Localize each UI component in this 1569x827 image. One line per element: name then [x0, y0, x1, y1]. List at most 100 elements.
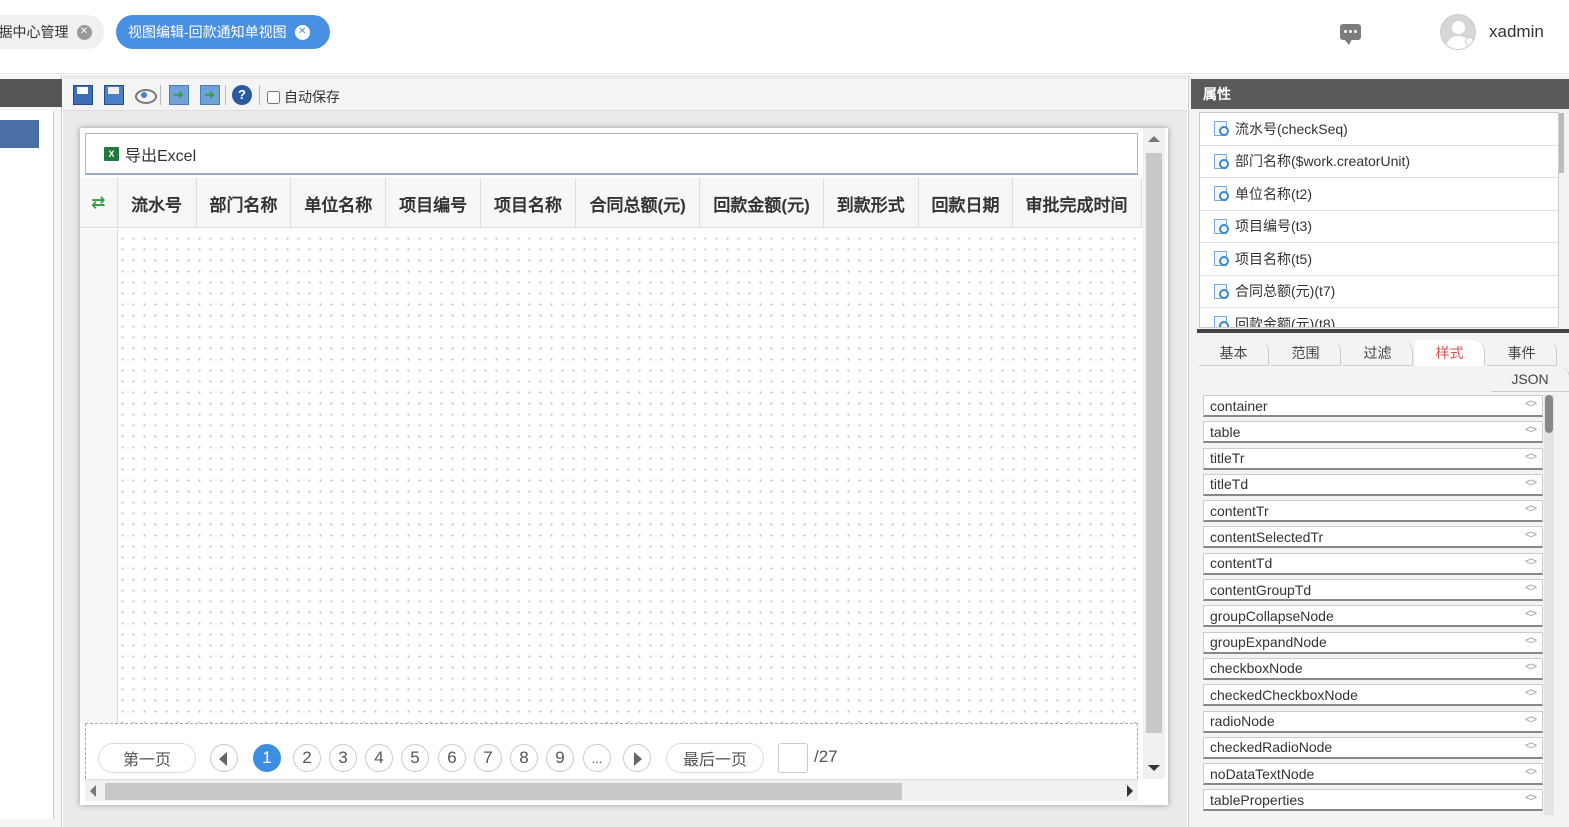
style-item[interactable]: contentTr <>	[1203, 500, 1543, 523]
vertical-scroll-thumb[interactable]	[1146, 153, 1162, 733]
style-item[interactable]: checkboxNode <>	[1203, 657, 1543, 680]
code-icon[interactable]: <>	[1525, 503, 1537, 515]
scroll-left-icon[interactable]	[90, 785, 96, 797]
column-header[interactable]: 到款形式	[824, 178, 919, 228]
page-number[interactable]: 4	[365, 744, 393, 772]
style-item[interactable]: titleTd <>	[1203, 473, 1543, 496]
style-item[interactable]: groupExpandNode <>	[1203, 631, 1543, 654]
style-item[interactable]: checkedCheckboxNode <>	[1203, 684, 1543, 707]
style-item[interactable]: tableProperties <>	[1203, 789, 1543, 812]
code-icon[interactable]: <>	[1525, 477, 1537, 489]
column-header[interactable]: 审批完成时间	[1013, 178, 1142, 228]
preview-icon[interactable]	[135, 85, 157, 105]
style-item[interactable]: contentTd <>	[1203, 552, 1543, 575]
prev-page-icon[interactable]	[210, 744, 238, 772]
style-item[interactable]: noDataTextNode <>	[1203, 763, 1543, 786]
scroll-down-icon[interactable]	[1148, 765, 1160, 771]
tab-view-edit[interactable]: 视图编辑-回款通知单视图 ✕	[116, 15, 330, 49]
page-number[interactable]: 3	[329, 744, 357, 772]
column-header[interactable]: 单位名称	[291, 178, 387, 228]
field-item[interactable]: 项目名称(t5)	[1200, 243, 1558, 276]
message-icon[interactable]	[1340, 24, 1361, 45]
page-number[interactable]: 2	[293, 744, 321, 772]
style-item[interactable]: contentSelectedTr <>	[1203, 526, 1543, 549]
style-item[interactable]: checkedRadioNode <>	[1203, 736, 1543, 759]
field-item[interactable]: 项目编号(t3)	[1200, 211, 1558, 243]
code-icon[interactable]: <>	[1525, 451, 1537, 463]
code-icon[interactable]: <>	[1525, 424, 1537, 436]
page-number[interactable]: 8	[510, 744, 538, 772]
style-item[interactable]: contentGroupTd <>	[1203, 579, 1543, 602]
code-icon[interactable]: <>	[1525, 556, 1537, 568]
horizontal-scroll-thumb[interactable]	[105, 783, 902, 800]
code-icon[interactable]: <>	[1525, 714, 1537, 726]
autosave-toggle[interactable]: 自动保存	[267, 87, 340, 107]
code-icon[interactable]: <>	[1525, 582, 1537, 594]
code-icon[interactable]: <>	[1525, 635, 1537, 647]
autosave-checkbox[interactable]	[267, 90, 280, 104]
column-header[interactable]: 项目名称	[481, 178, 576, 228]
field-list-scroll-thumb[interactable]	[1559, 113, 1564, 173]
code-icon[interactable]: <>	[1525, 608, 1537, 620]
page-number[interactable]: 5	[401, 744, 429, 772]
field-item[interactable]: 流水号(checkSeq)	[1200, 113, 1558, 146]
help-icon[interactable]: ?	[232, 85, 252, 105]
style-list-scrollbar[interactable]	[1544, 395, 1554, 815]
export-icon[interactable]	[200, 85, 220, 105]
page-number[interactable]: 1	[253, 744, 281, 772]
code-icon[interactable]: <>	[1525, 792, 1537, 804]
column-header[interactable]: 流水号	[118, 178, 197, 228]
tab-basic[interactable]: 基本	[1199, 340, 1269, 366]
code-icon[interactable]: <>	[1525, 740, 1537, 752]
style-item[interactable]: radioNode <>	[1203, 710, 1543, 733]
page-number[interactable]: 9	[546, 744, 574, 772]
column-header[interactable]: 回款金额(元)	[700, 178, 824, 228]
page-input[interactable]	[778, 743, 808, 773]
tab-json[interactable]: JSON	[1491, 366, 1569, 392]
export-excel-button[interactable]: X 导出Excel	[85, 133, 1138, 175]
column-header[interactable]: 部门名称	[197, 178, 292, 228]
style-item[interactable]: container <>	[1203, 395, 1543, 417]
style-item[interactable]: groupCollapseNode <>	[1203, 605, 1543, 628]
page-number[interactable]: 6	[438, 744, 466, 772]
vertical-scrollbar[interactable]	[1143, 128, 1165, 779]
panel-splitter[interactable]	[1197, 329, 1569, 333]
code-icon[interactable]: <>	[1525, 687, 1537, 699]
tab-data-center[interactable]: 据中心管理 ✕	[0, 15, 104, 49]
style-item[interactable]: table <>	[1203, 421, 1543, 444]
horizontal-scrollbar[interactable]	[85, 779, 1138, 801]
username[interactable]: xadmin	[1489, 22, 1544, 42]
scroll-right-icon[interactable]	[1127, 785, 1133, 797]
tab-event[interactable]: 事件	[1487, 340, 1557, 366]
field-item[interactable]: 单位名称(t2)	[1200, 178, 1558, 211]
style-list-scroll-thumb[interactable]	[1545, 395, 1553, 433]
tab-style[interactable]: 样式	[1415, 340, 1485, 366]
column-header[interactable]: 项目编号	[386, 178, 482, 228]
refresh-button[interactable]: ⇄	[80, 178, 118, 228]
save-as-icon[interactable]	[104, 85, 124, 105]
code-icon[interactable]: <>	[1525, 661, 1537, 673]
avatar[interactable]	[1440, 14, 1476, 50]
code-icon[interactable]: <>	[1525, 766, 1537, 778]
field-item[interactable]: 合同总额(元)(t7)	[1200, 276, 1558, 308]
tab-scope[interactable]: 范围	[1271, 340, 1341, 366]
scroll-up-icon[interactable]	[1148, 136, 1160, 142]
save-icon[interactable]	[73, 85, 93, 105]
column-header[interactable]: 回款日期	[919, 178, 1014, 228]
field-item[interactable]: 部门名称($work.creatorUnit)	[1200, 146, 1558, 178]
style-item[interactable]: titleTr <>	[1203, 447, 1543, 470]
first-page-button[interactable]: 第一页	[98, 743, 196, 773]
code-icon[interactable]: <>	[1525, 398, 1537, 410]
page-ellipsis[interactable]: ...	[583, 744, 611, 772]
next-page-icon[interactable]	[623, 744, 651, 772]
left-tree-selected-item[interactable]	[0, 120, 39, 148]
last-page-button[interactable]: 最后一页	[666, 743, 764, 773]
tab-filter[interactable]: 过滤	[1343, 340, 1413, 366]
code-icon[interactable]: <>	[1525, 529, 1537, 541]
column-header[interactable]: 合同总额(元)	[576, 178, 701, 228]
close-icon[interactable]: ✕	[294, 24, 310, 40]
field-item[interactable]: 回款金额(元)(t8)	[1200, 308, 1558, 327]
import-icon[interactable]	[169, 85, 189, 105]
close-icon[interactable]: ✕	[76, 24, 92, 40]
page-number[interactable]: 7	[474, 744, 502, 772]
